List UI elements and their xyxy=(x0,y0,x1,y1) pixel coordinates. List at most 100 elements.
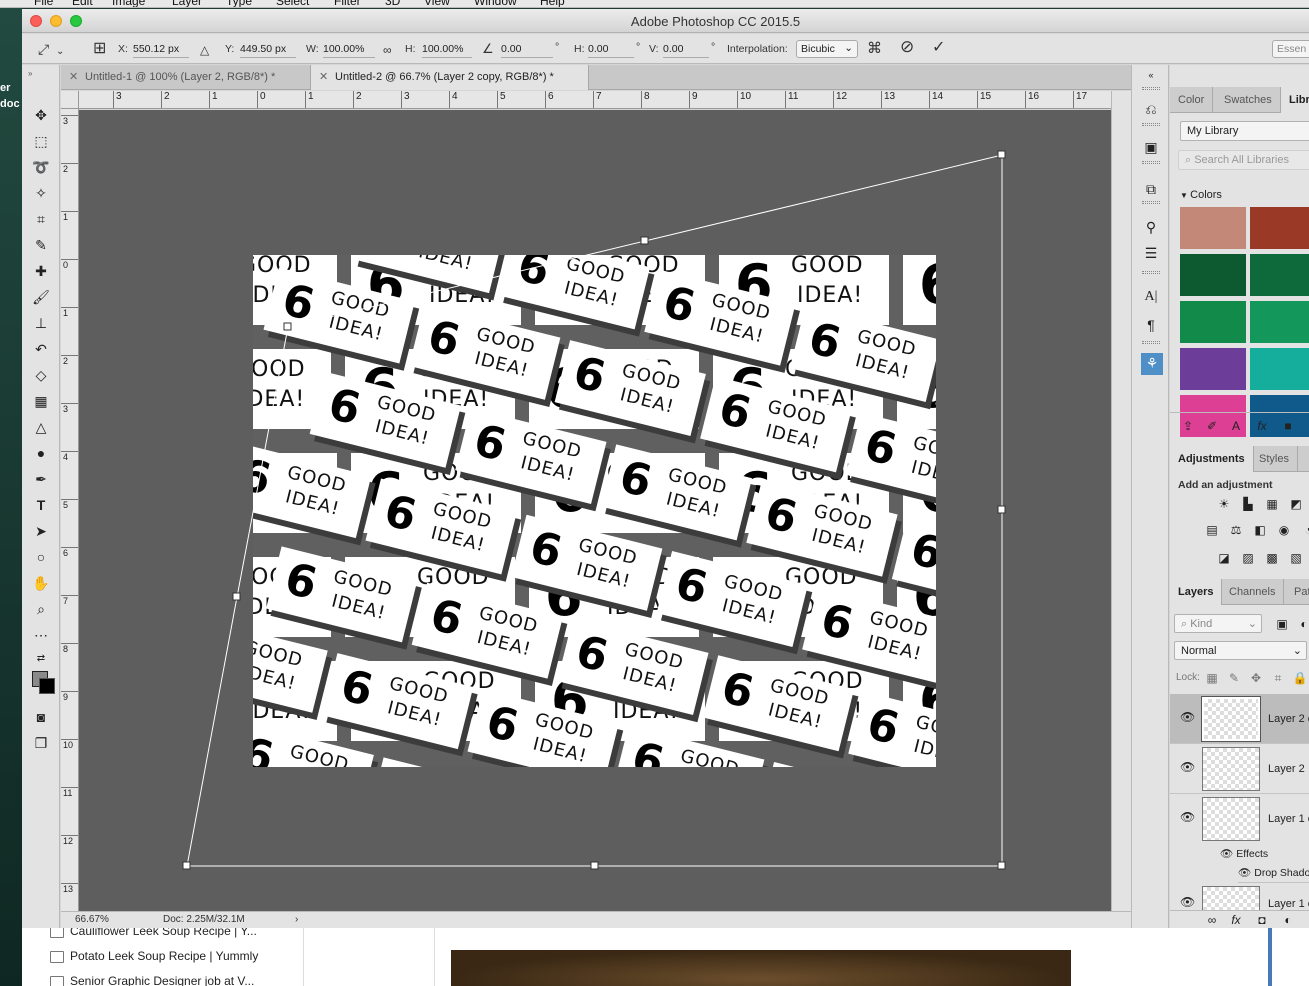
title-bar[interactable]: Adobe Photoshop CC 2015.5 xyxy=(22,9,1309,33)
new-fill-layer-icon[interactable]: ◐ xyxy=(1280,913,1296,927)
image-filter-icon[interactable]: ▣ xyxy=(1274,617,1290,631)
effects-row[interactable]: 👁 Effects xyxy=(1220,847,1268,860)
transform-handle[interactable] xyxy=(997,505,1006,514)
upload-icon[interactable]: ⇪ xyxy=(1180,419,1196,433)
color-swatch[interactable] xyxy=(1250,348,1309,390)
posterize-icon[interactable]: ▨ xyxy=(1240,551,1256,565)
add-text-icon[interactable]: A xyxy=(1228,419,1244,433)
vertical-ruler[interactable]: 3 2 1 0 1 2 3 4 5 6 7 8 9 10 11 12 13 xyxy=(61,109,79,911)
height-field[interactable]: 100.00% xyxy=(422,41,472,58)
tab-untitled-2[interactable]: ✕ Untitled-2 @ 66.7% (Layer 2 copy, RGB/… xyxy=(311,65,589,90)
eye-icon[interactable]: 👁 xyxy=(1220,848,1236,860)
desktop-file-label[interactable]: er xyxy=(0,82,10,94)
move-tool-icon[interactable]: ✥ xyxy=(31,105,51,125)
eye-icon[interactable]: 👁 xyxy=(1180,895,1195,909)
3d-panel-icon[interactable]: ▣ xyxy=(1141,137,1161,157)
color-swatch[interactable] xyxy=(1180,254,1246,296)
rotation-angle-field[interactable]: 0.00 xyxy=(501,41,553,58)
horizontal-skew-field[interactable]: 0.00 xyxy=(588,41,634,58)
interpolation-select[interactable]: Bicubic ⌄ xyxy=(796,40,858,58)
lock-image-icon[interactable]: ✎ xyxy=(1226,671,1242,685)
y-position-field[interactable]: 449.50 px xyxy=(240,41,296,58)
tab-layers[interactable]: Layers xyxy=(1170,579,1223,605)
panel-collapse-icon[interactable]: » xyxy=(28,69,32,78)
chevron-right-icon[interactable]: › xyxy=(295,914,298,925)
close-icon[interactable]: ✕ xyxy=(319,70,328,83)
layer-name[interactable]: Layer 1 c xyxy=(1268,813,1309,825)
link-icon[interactable]: ∞ xyxy=(383,42,392,58)
character-panel-icon[interactable]: A| xyxy=(1141,287,1161,307)
color-swatch[interactable] xyxy=(1180,301,1246,343)
tab-adjustments[interactable]: Adjustments xyxy=(1170,446,1254,472)
add-style-icon[interactable]: fx xyxy=(1254,419,1270,433)
crop-tool-icon[interactable]: ⌗ xyxy=(31,209,51,229)
lasso-tool-icon[interactable]: ➰ xyxy=(31,157,51,177)
transform-handle[interactable] xyxy=(997,861,1006,870)
transform-handle[interactable] xyxy=(997,150,1006,159)
levels-icon[interactable]: ▙ xyxy=(1240,497,1256,511)
chevron-down-icon[interactable]: ⌄ xyxy=(56,44,64,60)
layer-name[interactable]: Layer 2 xyxy=(1268,763,1305,775)
hand-tool-icon[interactable]: ✋ xyxy=(31,573,51,593)
reference-point-icon[interactable]: ⊞ xyxy=(93,41,106,57)
lock-transparent-icon[interactable]: ▦ xyxy=(1204,671,1220,685)
tab-styles[interactable]: Styles xyxy=(1251,446,1298,472)
more-tools-icon[interactable]: ⋯ xyxy=(31,625,51,645)
document-canvas[interactable]: 6GOODIDEA!6GOODIDEA!6GOODIDEA!6GOODIDEA!… xyxy=(253,255,936,767)
zoom-level[interactable]: 66.67% xyxy=(75,914,109,925)
channel-mixer-icon[interactable]: ◔ xyxy=(1300,523,1309,537)
zoom-tool-icon[interactable]: ⌕ xyxy=(31,599,51,619)
library-select[interactable]: My Library xyxy=(1180,121,1309,141)
add-content-icon[interactable]: ✐ xyxy=(1204,419,1220,433)
menu-3d[interactable]: 3D xyxy=(385,0,400,7)
quick-mask-icon[interactable]: ◙ xyxy=(31,707,51,727)
layer-row[interactable]: 👁 Layer 2 c xyxy=(1170,694,1309,744)
transform-handle[interactable] xyxy=(590,861,599,870)
transform-handle[interactable] xyxy=(182,861,191,870)
menu-help[interactable]: Help xyxy=(540,0,565,7)
ruler-corner[interactable] xyxy=(61,91,79,109)
link-layers-icon[interactable]: ∞ xyxy=(1204,913,1220,927)
add-mask-icon[interactable]: ◘ xyxy=(1254,913,1270,927)
gradient-tool-icon[interactable]: ▦ xyxy=(31,391,51,411)
eye-icon[interactable]: 👁 xyxy=(1238,867,1254,879)
color-swatch[interactable] xyxy=(1180,207,1246,249)
drop-shadow-row[interactable]: 👁 Drop Shado xyxy=(1238,866,1309,883)
gradient-map-icon[interactable]: ▧ xyxy=(1288,551,1304,565)
libraries-panel-icon[interactable]: ⧉ xyxy=(1141,179,1161,199)
color-swatch[interactable] xyxy=(1250,301,1309,343)
invert-icon[interactable]: ◪ xyxy=(1216,551,1232,565)
tab-channels[interactable]: Channels xyxy=(1221,579,1285,605)
ellipse-tool-icon[interactable]: ○ xyxy=(31,547,51,567)
add-style-icon[interactable]: fx xyxy=(1228,913,1244,927)
menu-layer[interactable]: Layer xyxy=(172,0,202,7)
threshold-icon[interactable]: ▩ xyxy=(1264,551,1280,565)
close-icon[interactable]: ✕ xyxy=(69,70,78,83)
eyedropper-tool-icon[interactable]: ✎ xyxy=(31,235,51,255)
photo-filter-icon[interactable]: ◉ xyxy=(1276,523,1292,537)
x-position-field[interactable]: 550.12 px xyxy=(133,41,189,58)
swap-colors-icon[interactable]: ⇄ xyxy=(31,649,51,669)
menu-file[interactable]: File xyxy=(34,0,53,7)
tab-color[interactable]: Color xyxy=(1170,87,1214,113)
lock-artboard-icon[interactable]: ⌗ xyxy=(1270,671,1286,685)
workspace-select[interactable]: Essen xyxy=(1272,40,1309,58)
horizontal-ruler[interactable]: 3 2 1 0 1 2 3 4 5 6 7 8 9 10 11 12 13 14… xyxy=(79,91,1111,109)
history-brush-tool-icon[interactable]: ↶ xyxy=(31,339,51,359)
panel-expand-icon[interactable]: « xyxy=(1141,65,1161,85)
history-panel-icon[interactable]: ⎌ xyxy=(1141,99,1161,119)
layer-name[interactable]: Layer 1 c xyxy=(1268,898,1309,910)
eye-icon[interactable]: 👁 xyxy=(1180,760,1195,774)
commit-transform-icon[interactable]: ✓ xyxy=(932,40,945,56)
menu-image[interactable]: Image xyxy=(112,0,145,7)
transform-handle[interactable] xyxy=(640,236,649,245)
add-color-icon[interactable]: ■ xyxy=(1280,419,1296,433)
dodge-tool-icon[interactable]: ● xyxy=(31,443,51,463)
layer-row[interactable]: 👁 Layer 1 c xyxy=(1170,794,1309,844)
brightness-contrast-icon[interactable]: ☀ xyxy=(1216,497,1232,511)
blur-tool-icon[interactable]: △ xyxy=(31,417,51,437)
tab-untitled-1[interactable]: ✕ Untitled-1 @ 100% (Layer 2, RGB/8*) * xyxy=(61,65,311,90)
eye-icon[interactable]: 👁 xyxy=(1180,810,1195,824)
healing-brush-tool-icon[interactable]: ✚ xyxy=(31,261,51,281)
lock-position-icon[interactable]: ✥ xyxy=(1248,671,1264,685)
